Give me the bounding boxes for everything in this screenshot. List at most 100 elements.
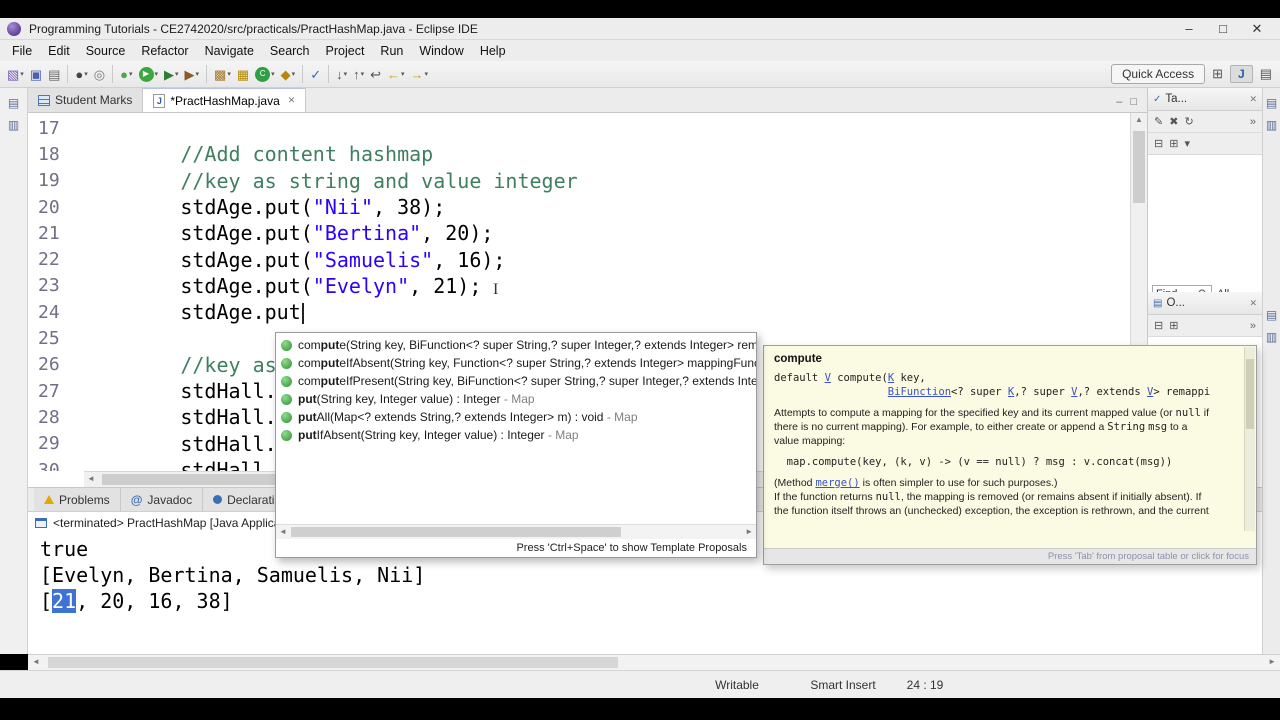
task-icon[interactable]: ✓ bbox=[308, 63, 323, 85]
scrollbar-thumb[interactable] bbox=[1133, 131, 1145, 203]
menu-window[interactable]: Window bbox=[411, 42, 471, 60]
menu-run[interactable]: Run bbox=[372, 42, 411, 60]
new-java-project-icon[interactable]: ▩ ▾ bbox=[212, 63, 233, 85]
console-line[interactable]: [Evelyn, Bertina, Samuelis, Nii] bbox=[40, 562, 1262, 588]
tab-student-marks[interactable]: Student Marks bbox=[28, 88, 144, 112]
new-task-icon[interactable]: ✎ bbox=[1154, 115, 1163, 128]
insert-mode-status: Smart Insert bbox=[810, 678, 876, 692]
print-icon[interactable]: ▤ bbox=[46, 63, 62, 85]
tab-javadoc[interactable]: @ Javadoc bbox=[120, 488, 204, 511]
save-icon[interactable]: ▣ bbox=[28, 63, 44, 85]
new-wizard-icon[interactable]: ▧ ▾ bbox=[5, 63, 26, 85]
open-perspective-icon[interactable]: ⊞ bbox=[1212, 66, 1223, 82]
code-line[interactable]: 18 //Add content hashmap bbox=[28, 141, 1130, 167]
menu-file[interactable]: File bbox=[4, 42, 40, 60]
code-line[interactable]: 22 stdAge.put("Samuelis", 16); bbox=[28, 246, 1130, 272]
code-text: //key as bbox=[180, 352, 277, 377]
menu-search[interactable]: Search bbox=[262, 42, 318, 60]
search-icon[interactable]: ◎ bbox=[92, 63, 107, 85]
scroll-left-icon[interactable]: ◄ bbox=[32, 657, 40, 666]
console-line[interactable]: [21, 20, 16, 38] bbox=[40, 588, 1262, 614]
code-line[interactable]: 20 stdAge.put("Nii", 38); bbox=[28, 194, 1130, 220]
debug-icon[interactable]: ● ▾ bbox=[118, 63, 134, 85]
menu-edit[interactable]: Edit bbox=[40, 42, 78, 60]
scroll-left-icon[interactable]: ◄ bbox=[87, 474, 95, 483]
minimize-icon[interactable]: – bbox=[1172, 21, 1206, 37]
menu-refactor[interactable]: Refactor bbox=[133, 42, 196, 60]
external-tools-icon[interactable]: ▶ ▾ bbox=[162, 63, 181, 85]
scrollbar-thumb[interactable] bbox=[48, 657, 618, 668]
tab-practhashmap[interactable]: J *PractHashMap.java ✕ bbox=[143, 88, 307, 112]
menu-source[interactable]: Source bbox=[78, 42, 134, 60]
task-list-tab[interactable]: Ta... bbox=[1165, 93, 1187, 105]
minimized-view-icon[interactable]: ▥ bbox=[1263, 330, 1280, 344]
outline-tab[interactable]: O... bbox=[1166, 297, 1185, 309]
completion-item[interactable]: compute(String key, BiFunction<? super S… bbox=[276, 336, 756, 354]
chevron-down-icon: ▾ bbox=[343, 71, 348, 78]
completion-item[interactable]: putIfAbsent(String key, Integer value) :… bbox=[276, 426, 756, 444]
coverage-icon[interactable]: ▶ ▾ bbox=[183, 63, 202, 85]
quick-access-button[interactable]: Quick Access bbox=[1111, 64, 1206, 84]
completion-item[interactable]: computeIfPresent(String key, BiFunction<… bbox=[276, 372, 756, 390]
chevron-more-icon[interactable]: » bbox=[1250, 116, 1256, 128]
java-perspective-button[interactable]: J bbox=[1230, 65, 1253, 83]
maximize-view-icon[interactable]: □ bbox=[1130, 96, 1137, 108]
code-line[interactable]: 19 //key as string and value integer bbox=[28, 168, 1130, 194]
scroll-right-icon[interactable]: ► bbox=[745, 527, 753, 536]
scrollbar-thumb[interactable] bbox=[1246, 359, 1254, 429]
maximize-icon[interactable]: □ bbox=[1206, 21, 1240, 37]
collapse-all-icon[interactable]: ⊟ bbox=[1154, 319, 1163, 332]
chevron-down-icon: ▾ bbox=[360, 71, 365, 78]
code-line[interactable]: 17 bbox=[28, 115, 1130, 141]
menu-project[interactable]: Project bbox=[318, 42, 373, 60]
minimized-view-icon[interactable]: ▥ bbox=[1263, 118, 1280, 132]
code-line[interactable]: 24 stdAge.put bbox=[28, 299, 1130, 325]
completion-item[interactable]: putAll(Map<? extends String,? extends In… bbox=[276, 408, 756, 426]
minimized-view-icon[interactable]: ▤ bbox=[1263, 308, 1280, 322]
completion-item[interactable]: computeIfAbsent(String key, Function<? s… bbox=[276, 354, 756, 372]
completion-scrollbar[interactable]: ◄ ► bbox=[276, 524, 756, 539]
scroll-right-icon[interactable]: ► bbox=[1268, 657, 1276, 666]
minimize-view-icon[interactable]: – bbox=[1116, 96, 1122, 108]
code-line[interactable]: 23 stdAge.put("Evelyn", 21); bbox=[28, 273, 1130, 299]
next-annotation-icon[interactable]: ↓ ▾ bbox=[334, 63, 349, 85]
scroll-up-icon[interactable]: ▲ bbox=[1131, 115, 1147, 124]
menu-navigate[interactable]: Navigate bbox=[197, 42, 262, 60]
minimized-view-icon[interactable]: ▤ bbox=[1263, 96, 1280, 110]
javadoc-content: compute default V compute(K key, BiFunct… bbox=[764, 346, 1256, 548]
new-package-icon[interactable]: ▦ bbox=[235, 63, 251, 85]
scrollbar-thumb[interactable] bbox=[291, 527, 621, 537]
delete-task-icon[interactable]: ✖ bbox=[1169, 115, 1178, 128]
open-console-icon[interactable]: ● ▾ bbox=[73, 63, 89, 85]
run-icon[interactable]: ▶ ▾ bbox=[137, 63, 161, 85]
other-perspective-icon[interactable]: ▤ bbox=[1260, 66, 1272, 82]
last-edit-location-icon[interactable]: ↩ bbox=[368, 63, 383, 85]
scroll-left-icon[interactable]: ◄ bbox=[279, 527, 287, 536]
menu-help[interactable]: Help bbox=[472, 42, 514, 60]
code-line[interactable]: 21 stdAge.put("Bertina", 20); bbox=[28, 220, 1130, 246]
letterbox-bottom bbox=[0, 698, 1280, 720]
completion-item[interactable]: put(String key, Integer value) : Integer… bbox=[276, 390, 756, 408]
tab-close-icon[interactable]: ✕ bbox=[288, 95, 296, 106]
back-icon[interactable]: ← ▾ bbox=[385, 63, 407, 85]
view-menu-icon[interactable]: ⊞ bbox=[1169, 137, 1178, 150]
refresh-icon[interactable]: ↻ bbox=[1184, 115, 1193, 128]
view-menu-icon[interactable]: ⊞ bbox=[1169, 319, 1178, 332]
code-text: stdHall. bbox=[84, 405, 277, 430]
code-text: //key as string and value integer bbox=[180, 168, 578, 193]
new-jar-icon[interactable]: ◆ ▾ bbox=[279, 63, 298, 85]
dropdown-icon[interactable]: ▾ bbox=[1184, 137, 1190, 150]
close-icon[interactable]: ✕ bbox=[1249, 94, 1257, 105]
chevron-more-icon[interactable]: » bbox=[1250, 320, 1256, 332]
collapse-all-icon[interactable]: ⊟ bbox=[1154, 137, 1163, 150]
forward-icon[interactable]: → ▾ bbox=[409, 63, 431, 85]
close-icon[interactable]: ✕ bbox=[1249, 298, 1257, 309]
javadoc-scrollbar[interactable] bbox=[1244, 347, 1255, 531]
main-horizontal-scrollbar[interactable]: ◄ ► bbox=[28, 654, 1280, 670]
new-class-icon[interactable]: C ▾ bbox=[253, 63, 277, 85]
previous-annotation-icon[interactable]: ↑ ▾ bbox=[351, 63, 366, 85]
restore-view-icon[interactable]: ▥ bbox=[0, 118, 27, 132]
tab-problems[interactable]: Problems bbox=[34, 488, 121, 511]
close-icon[interactable]: ✕ bbox=[1240, 21, 1274, 37]
restore-view-icon[interactable]: ▤ bbox=[0, 96, 27, 110]
